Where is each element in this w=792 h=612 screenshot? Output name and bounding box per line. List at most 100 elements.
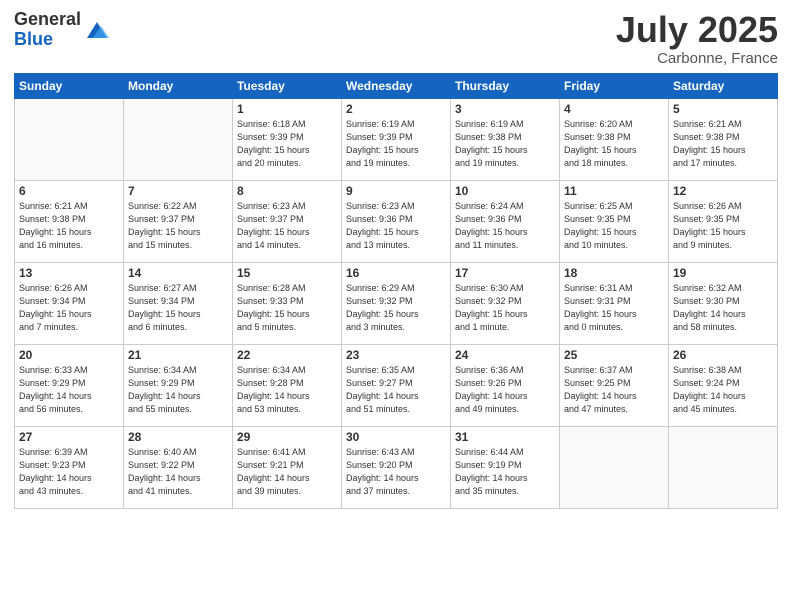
logo-general: General	[14, 10, 81, 30]
calendar-cell	[560, 426, 669, 508]
day-number: 28	[128, 430, 228, 444]
calendar-cell: 28 Sunrise: 6:40 AM Sunset: 9:22 PM Dayli…	[124, 426, 233, 508]
day-info: Sunrise: 6:20 AM Sunset: 9:38 PM Dayligh…	[564, 118, 664, 170]
calendar-cell: 7 Sunrise: 6:22 AM Sunset: 9:37 PM Daylig…	[124, 180, 233, 262]
calendar-cell	[15, 98, 124, 180]
calendar-cell: 1Sunrise: 6:18 AM Sunset: 9:39 PM Daylig…	[233, 98, 342, 180]
calendar-cell: 20 Sunrise: 6:33 AM Sunset: 9:29 PM Dayli…	[15, 344, 124, 426]
day-number: 31	[455, 430, 555, 444]
calendar-cell: 23 Sunrise: 6:35 AM Sunset: 9:27 PM Dayli…	[342, 344, 451, 426]
day-info: Sunrise: 6:34 AM Sunset: 9:28 PM Dayligh…	[237, 364, 337, 416]
calendar-cell: 26 Sunrise: 6:38 AM Sunset: 9:24 PM Dayli…	[669, 344, 778, 426]
calendar-cell: 22 Sunrise: 6:34 AM Sunset: 9:28 PM Dayli…	[233, 344, 342, 426]
calendar-cell: 11 Sunrise: 6:25 AM Sunset: 9:35 PM Dayli…	[560, 180, 669, 262]
calendar-cell: 3Sunrise: 6:19 AM Sunset: 9:38 PM Daylig…	[451, 98, 560, 180]
week-row-2: 6 Sunrise: 6:21 AM Sunset: 9:38 PM Daylig…	[15, 180, 778, 262]
calendar-cell: 6 Sunrise: 6:21 AM Sunset: 9:38 PM Daylig…	[15, 180, 124, 262]
page-header: General Blue July 2025 Carbonne, France	[14, 10, 778, 67]
day-info: Sunrise: 6:26 AM Sunset: 9:35 PM Dayligh…	[673, 200, 773, 252]
day-number: 20	[19, 348, 119, 362]
title-section: July 2025 Carbonne, France	[616, 10, 778, 67]
day-info: Sunrise: 6:43 AM Sunset: 9:20 PM Dayligh…	[346, 446, 446, 498]
calendar-cell	[669, 426, 778, 508]
calendar-cell: 21Sunrise: 6:34 AM Sunset: 9:29 PM Dayli…	[124, 344, 233, 426]
day-number: 19	[673, 266, 773, 280]
logo: General Blue	[14, 10, 111, 50]
day-info: Sunrise: 6:21 AM Sunset: 9:38 PM Dayligh…	[673, 118, 773, 170]
day-number: 30	[346, 430, 446, 444]
day-info: Sunrise: 6:33 AM Sunset: 9:29 PM Dayligh…	[19, 364, 119, 416]
calendar-cell: 13 Sunrise: 6:26 AM Sunset: 9:34 PM Dayli…	[15, 262, 124, 344]
day-number: 27	[19, 430, 119, 444]
calendar-cell: 12 Sunrise: 6:26 AM Sunset: 9:35 PM Dayli…	[669, 180, 778, 262]
calendar-cell: 8 Sunrise: 6:23 AM Sunset: 9:37 PM Daylig…	[233, 180, 342, 262]
header-thursday: Thursday	[451, 73, 560, 98]
day-info: Sunrise: 6:24 AM Sunset: 9:36 PM Dayligh…	[455, 200, 555, 252]
day-number: 23	[346, 348, 446, 362]
calendar-cell: 16Sunrise: 6:29 AM Sunset: 9:32 PM Dayli…	[342, 262, 451, 344]
day-number: 16	[346, 266, 446, 280]
calendar-cell: 14 Sunrise: 6:27 AM Sunset: 9:34 PM Dayli…	[124, 262, 233, 344]
day-info: Sunrise: 6:39 AM Sunset: 9:23 PM Dayligh…	[19, 446, 119, 498]
logo-icon	[83, 16, 111, 44]
calendar-cell: 4Sunrise: 6:20 AM Sunset: 9:38 PM Daylig…	[560, 98, 669, 180]
day-info: Sunrise: 6:44 AM Sunset: 9:19 PM Dayligh…	[455, 446, 555, 498]
calendar-cell: 17 Sunrise: 6:30 AM Sunset: 9:32 PM Dayli…	[451, 262, 560, 344]
day-info: Sunrise: 6:21 AM Sunset: 9:38 PM Dayligh…	[19, 200, 119, 252]
day-info: Sunrise: 6:27 AM Sunset: 9:34 PM Dayligh…	[128, 282, 228, 334]
day-info: Sunrise: 6:25 AM Sunset: 9:35 PM Dayligh…	[564, 200, 664, 252]
day-number: 29	[237, 430, 337, 444]
calendar-cell: 31 Sunrise: 6:44 AM Sunset: 9:19 PM Dayli…	[451, 426, 560, 508]
day-info: Sunrise: 6:37 AM Sunset: 9:25 PM Dayligh…	[564, 364, 664, 416]
calendar-cell: 5 Sunrise: 6:21 AM Sunset: 9:38 PM Daylig…	[669, 98, 778, 180]
calendar-cell: 10 Sunrise: 6:24 AM Sunset: 9:36 PM Dayli…	[451, 180, 560, 262]
calendar-table: Sunday Monday Tuesday Wednesday Thursday…	[14, 73, 778, 509]
day-info: Sunrise: 6:26 AM Sunset: 9:34 PM Dayligh…	[19, 282, 119, 334]
week-row-3: 13 Sunrise: 6:26 AM Sunset: 9:34 PM Dayli…	[15, 262, 778, 344]
day-number: 22	[237, 348, 337, 362]
location: Carbonne, France	[616, 50, 778, 67]
day-number: 18	[564, 266, 664, 280]
day-info: Sunrise: 6:28 AM Sunset: 9:33 PM Dayligh…	[237, 282, 337, 334]
header-sunday: Sunday	[15, 73, 124, 98]
day-info: Sunrise: 6:30 AM Sunset: 9:32 PM Dayligh…	[455, 282, 555, 334]
day-number: 6	[19, 184, 119, 198]
day-number: 7	[128, 184, 228, 198]
day-number: 13	[19, 266, 119, 280]
calendar-cell: 27 Sunrise: 6:39 AM Sunset: 9:23 PM Dayli…	[15, 426, 124, 508]
day-number: 26	[673, 348, 773, 362]
day-number: 8	[237, 184, 337, 198]
day-info: Sunrise: 6:35 AM Sunset: 9:27 PM Dayligh…	[346, 364, 446, 416]
day-info: Sunrise: 6:38 AM Sunset: 9:24 PM Dayligh…	[673, 364, 773, 416]
calendar-cell: 18 Sunrise: 6:31 AM Sunset: 9:31 PM Dayli…	[560, 262, 669, 344]
header-monday: Monday	[124, 73, 233, 98]
day-info: Sunrise: 6:23 AM Sunset: 9:37 PM Dayligh…	[237, 200, 337, 252]
day-info: Sunrise: 6:41 AM Sunset: 9:21 PM Dayligh…	[237, 446, 337, 498]
calendar-cell: 15 Sunrise: 6:28 AM Sunset: 9:33 PM Dayli…	[233, 262, 342, 344]
day-info: Sunrise: 6:31 AM Sunset: 9:31 PM Dayligh…	[564, 282, 664, 334]
day-number: 21	[128, 348, 228, 362]
logo-blue: Blue	[14, 30, 81, 50]
header-row: Sunday Monday Tuesday Wednesday Thursday…	[15, 73, 778, 98]
header-wednesday: Wednesday	[342, 73, 451, 98]
header-tuesday: Tuesday	[233, 73, 342, 98]
day-info: Sunrise: 6:40 AM Sunset: 9:22 PM Dayligh…	[128, 446, 228, 498]
day-number: 25	[564, 348, 664, 362]
day-number: 14	[128, 266, 228, 280]
day-number: 10	[455, 184, 555, 198]
day-number: 3	[455, 102, 555, 116]
day-number: 11	[564, 184, 664, 198]
calendar-cell	[124, 98, 233, 180]
day-info: Sunrise: 6:22 AM Sunset: 9:37 PM Dayligh…	[128, 200, 228, 252]
day-number: 17	[455, 266, 555, 280]
day-number: 15	[237, 266, 337, 280]
day-info: Sunrise: 6:18 AM Sunset: 9:39 PM Dayligh…	[237, 118, 337, 170]
header-friday: Friday	[560, 73, 669, 98]
day-number: 5	[673, 102, 773, 116]
day-number: 12	[673, 184, 773, 198]
day-number: 9	[346, 184, 446, 198]
calendar-cell: 25 Sunrise: 6:37 AM Sunset: 9:25 PM Dayli…	[560, 344, 669, 426]
week-row-5: 27 Sunrise: 6:39 AM Sunset: 9:23 PM Dayli…	[15, 426, 778, 508]
week-row-4: 20 Sunrise: 6:33 AM Sunset: 9:29 PM Dayli…	[15, 344, 778, 426]
calendar-cell: 19Sunrise: 6:32 AM Sunset: 9:30 PM Dayli…	[669, 262, 778, 344]
